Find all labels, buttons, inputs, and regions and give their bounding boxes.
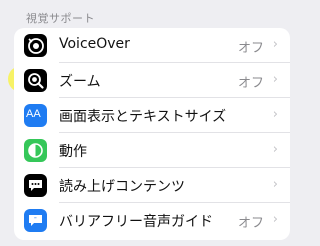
settings-row-spoken-content[interactable]: 読み上げコンテンツ › [14,168,290,203]
text-size-icon: AA [24,104,47,127]
zoom-value: オフ [237,76,264,91]
settings-row-zoom[interactable]: ズーム オフ › [14,63,290,98]
spoken-content-icon [24,174,47,197]
chevron-right-icon: › [272,177,278,192]
zoom-icon [24,69,47,92]
audio-descriptions-value: オフ [237,216,264,231]
settings-row-voiceover[interactable]: VoiceOver オフ › [14,28,290,63]
display-text-size-label: 画面表示とテキストサイズ [59,109,227,125]
voiceover-value: オフ [237,41,264,56]
chevron-right-icon: › [272,72,278,87]
motion-label: 動作 [59,144,87,160]
settings-row-display-text-size[interactable]: AA 画面表示とテキストサイズ › [14,98,290,133]
motion-icon [24,139,47,162]
section-header-vision: 視覚サポート [26,12,95,25]
settings-row-audio-descriptions[interactable]: " バリアフリー音声ガイド オフ › [14,203,290,238]
voiceover-label: VoiceOver [59,36,130,52]
text-size-glyph: AA [26,108,41,120]
audio-descriptions-label: バリアフリー音声ガイド [59,214,213,230]
voiceover-icon [24,34,47,57]
settings-row-motion[interactable]: 動作 › [14,133,290,168]
svg-text:": " [34,218,36,224]
vision-settings-group: VoiceOver オフ › ズーム オフ › AA 画面表示とテキストサイズ … [14,28,290,240]
zoom-label: ズーム [59,74,101,90]
chevron-right-icon: › [272,107,278,122]
chevron-right-icon: › [272,37,278,52]
chevron-right-icon: › [272,142,278,157]
spoken-content-label: 読み上げコンテンツ [59,179,185,195]
audio-descriptions-icon: " [24,209,47,232]
chevron-right-icon: › [272,212,278,227]
